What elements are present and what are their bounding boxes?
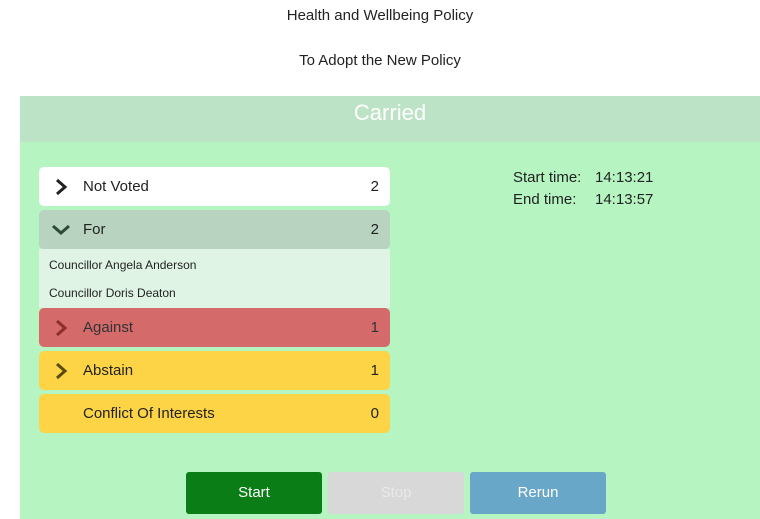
policy-title: Health and Wellbeing Policy — [286, 7, 474, 24]
result-label: Carried — [353, 100, 427, 125]
start-time-value: 14:13:21 — [595, 169, 654, 186]
vote-group-list: Not Voted 2 For 2 Councillor Angela Ande… — [39, 167, 390, 437]
end-time-row: End time: 14:13:57 — [513, 189, 653, 211]
result-banner: Carried — [20, 96, 760, 142]
vote-group-for[interactable]: For 2 — [39, 210, 390, 249]
motion-title: To Adopt the New Policy — [299, 52, 461, 69]
vote-group-against[interactable]: Against 1 — [39, 308, 390, 347]
member-name: Councillor Doris Deaton — [49, 286, 176, 300]
chevron-right-icon — [39, 319, 83, 337]
vote-group-count: 2 — [370, 221, 379, 238]
vote-group-label: For — [83, 221, 106, 238]
vote-group-label: Conflict Of Interests — [83, 405, 215, 422]
start-time-label: Start time: — [513, 169, 582, 186]
vote-group-count: 1 — [370, 319, 379, 336]
chevron-down-icon — [39, 224, 83, 236]
member-name: Councillor Angela Anderson — [49, 258, 197, 272]
vote-group-not-voted[interactable]: Not Voted 2 — [39, 167, 390, 206]
vote-group-count: 1 — [370, 362, 379, 379]
vote-group-label: Not Voted — [83, 178, 149, 195]
for-member-list: Councillor Angela Anderson Councillor Do… — [39, 249, 390, 308]
vote-times: Start time: 14:13:21 End time: 14:13:57 — [513, 167, 653, 211]
chevron-right-icon — [39, 178, 83, 196]
end-time-value: 14:13:57 — [595, 191, 654, 208]
start-time-row: Start time: 14:13:21 — [513, 167, 653, 189]
stop-button: Stop — [328, 472, 464, 514]
vote-group-label: Abstain — [83, 362, 134, 379]
chevron-right-icon — [39, 362, 83, 380]
vote-group-conflict-of-interests[interactable]: Conflict Of Interests 0 — [39, 394, 390, 433]
vote-panel: Not Voted 2 For 2 Councillor Angela Ande… — [20, 142, 760, 519]
vote-group-abstain[interactable]: Abstain 1 — [39, 351, 390, 390]
start-button[interactable]: Start — [186, 472, 322, 514]
vote-group-count: 0 — [370, 405, 379, 422]
end-time-label: End time: — [513, 191, 577, 208]
vote-group-label: Against — [83, 319, 134, 336]
rerun-button[interactable]: Rerun — [470, 472, 606, 514]
vote-group-count: 2 — [370, 178, 379, 195]
